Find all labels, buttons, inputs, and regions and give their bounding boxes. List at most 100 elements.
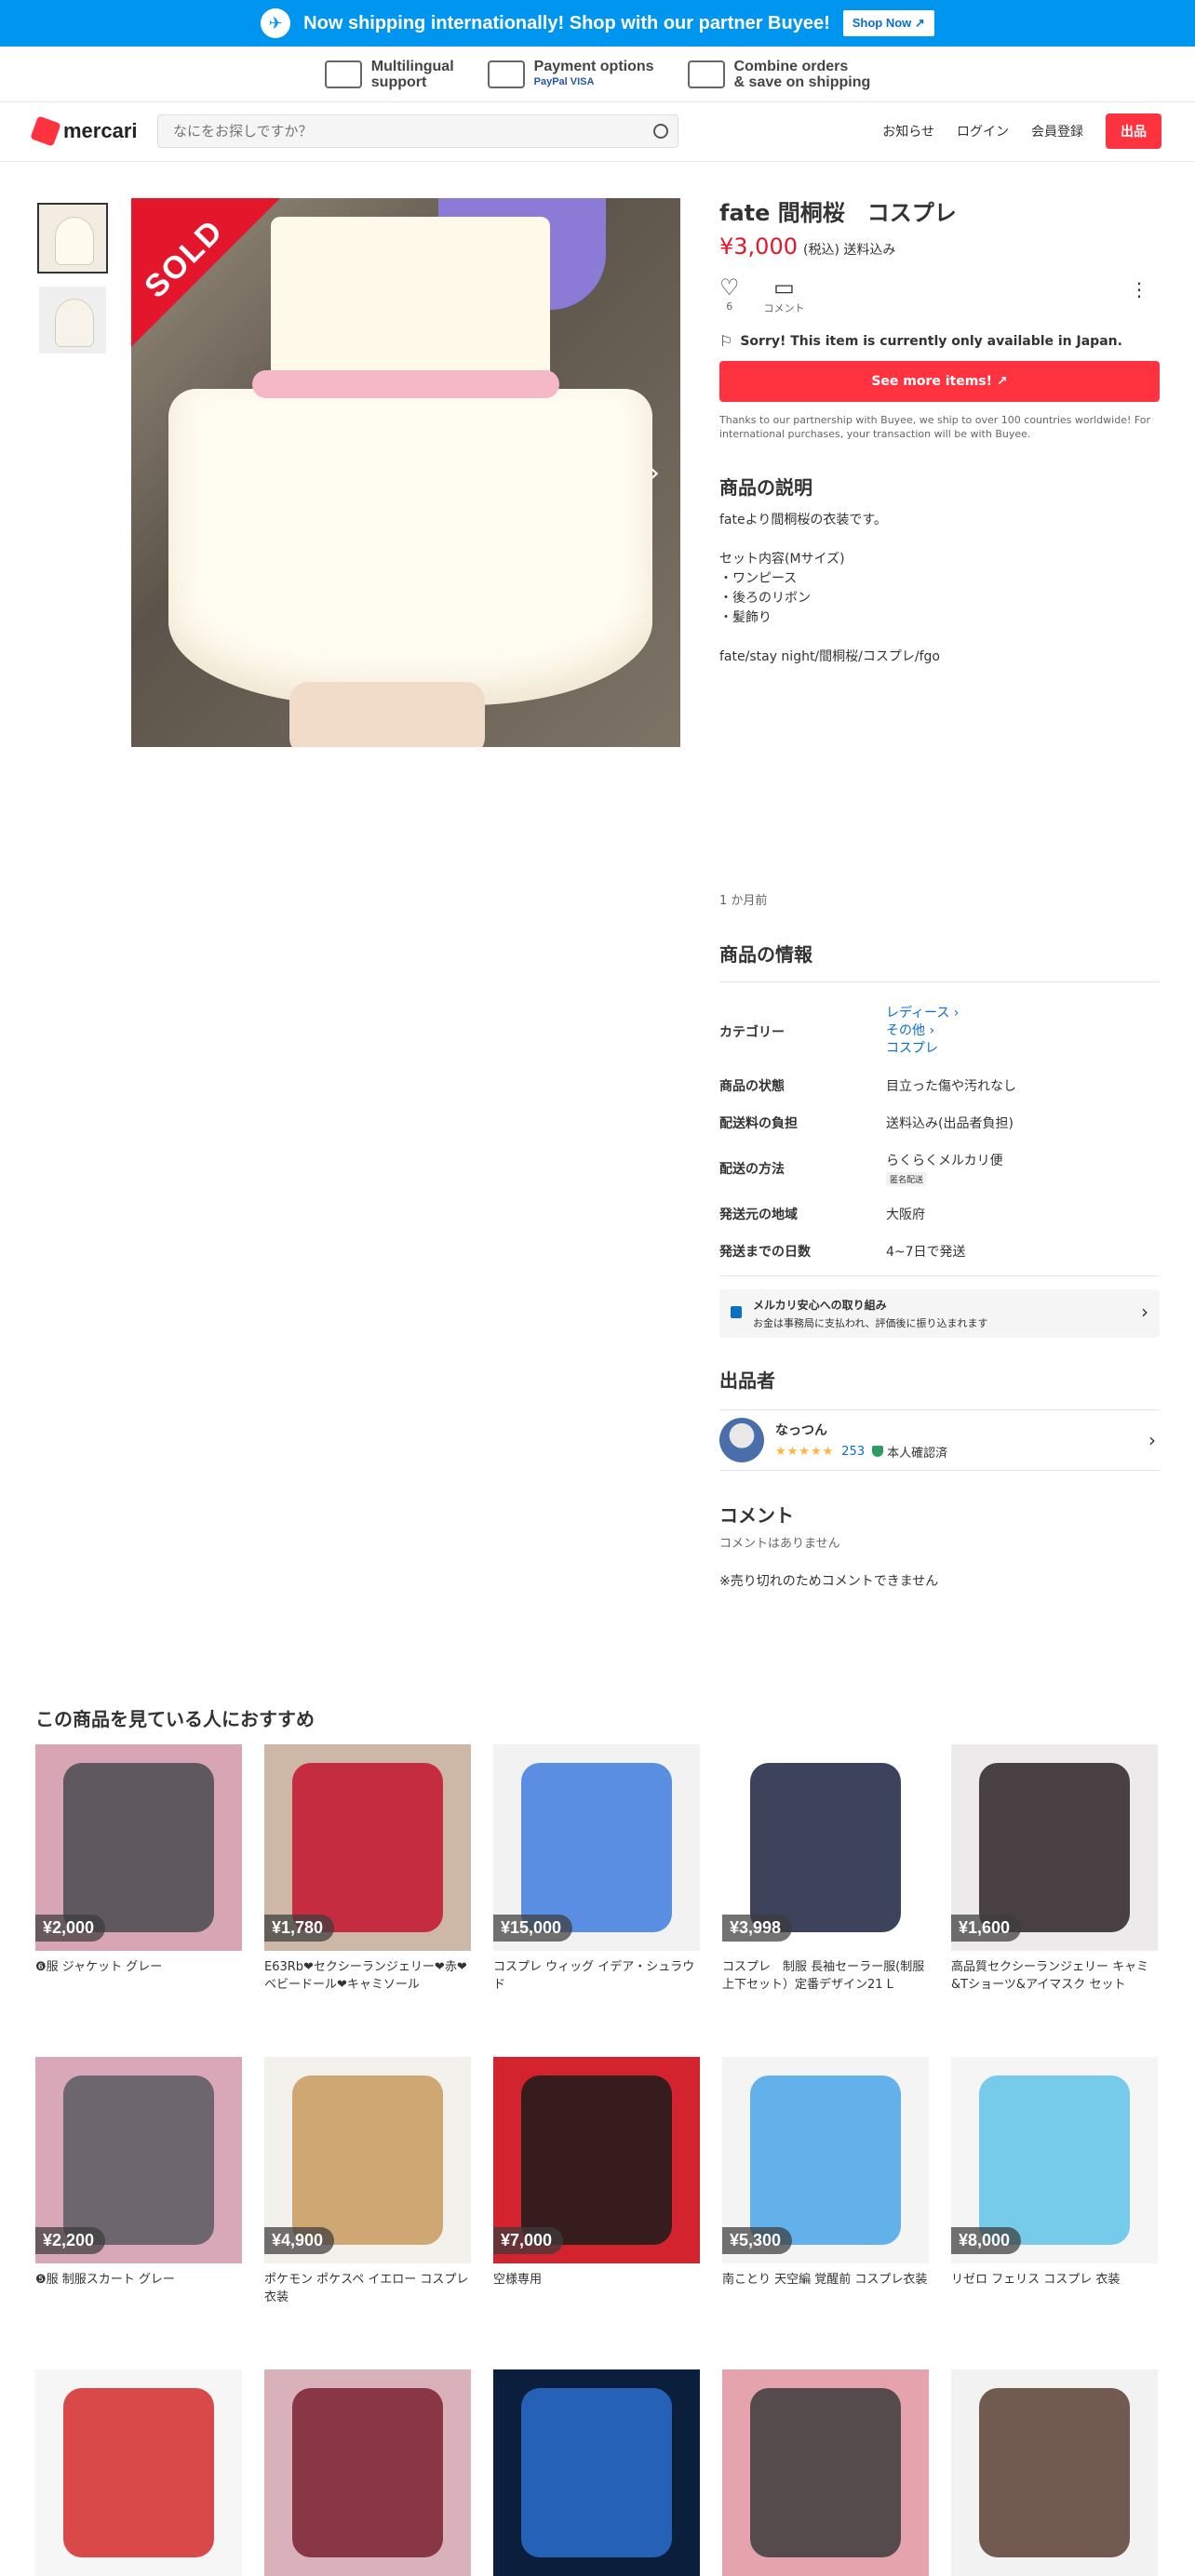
product-card[interactable] [951,2369,1158,2576]
product-card[interactable]: ¥4,900 ポケモン ポケスペ イエロー コスプレ 衣装 [264,2057,471,2306]
shipping-method-label: 配送の方法 [719,1162,785,1177]
ship-from-label: 発送元の地域 [719,1208,798,1222]
product-price: ¥15,000 [493,1915,573,1942]
product-name[interactable]: 高品質セクシーランジェリー キャミ&Tショーツ&アイマスク セット [951,1958,1158,1994]
product-card[interactable]: ¥2,000 ❻服 ジャケット グレー [35,1744,242,1994]
product-card[interactable]: ¥2,200 ❺服 制服スカート グレー [35,2057,242,2306]
feature-title: Multilingual [370,58,454,74]
mercari-safety-banner[interactable]: メルカリ安心への取り組み お金は事務局に支払われ、評価後に振り込まれます › [719,1289,1160,1338]
product-card[interactable]: ¥3,998 コスプレ 制服 長袖セーラー服(制服上下セット）定番デザイン21 L [722,1744,929,1994]
product-thumbnail[interactable]: ¥3,998 [722,1744,929,1951]
main-product-image[interactable]: SOLD › [131,198,680,747]
product-card[interactable]: ¥5,300 南ことり 天空編 覚醒前 コスプレ衣装 [722,2057,929,2306]
comment-label: コメント [763,302,805,314]
comment-bubble-icon: ▭ [773,274,795,300]
product-card[interactable]: ¥7,000 空様専用 [493,2057,700,2306]
seller-name: なっつん [775,1422,827,1438]
product-name[interactable]: コスプレ 制服 長袖セーラー服(制服上下セット）定番デザイン21 L [722,1958,929,1994]
shop-now-button[interactable]: Shop Now ↗ [842,10,934,36]
item-title: fate 間桐桜 コスプレ [719,200,957,226]
product-thumbnail[interactable] [951,2369,1158,2576]
comment-button[interactable]: ▭ コメント [764,274,805,315]
product-card[interactable] [35,2369,242,2576]
buyee-logo-icon: ✈ [261,8,291,38]
item-description: fateより間桐桜の衣装です。 セット内容(Mサイズ) ・ワンピース ・後ろのリ… [719,513,940,664]
product-thumbnail[interactable] [35,2369,242,2576]
product-card[interactable] [264,2369,471,2576]
product-price: ¥2,000 [35,1915,106,1942]
product-name[interactable]: ❻服 ジャケット グレー [35,1958,242,1994]
product-card[interactable] [722,2369,929,2576]
next-image-chevron-icon[interactable]: › [636,454,673,491]
product-thumbnail[interactable] [264,2369,471,2576]
product-thumbnail[interactable]: ¥7,000 [493,2057,700,2263]
item-price: ¥3,000 [719,234,798,260]
product-thumbnail[interactable]: ¥2,000 [35,1744,242,1951]
product-thumbnail[interactable] [493,2369,700,2576]
search-box[interactable] [157,114,678,148]
item-info-heading: 商品の情報 [719,943,812,966]
site-header: mercari お知らせ ログイン 会員登録 出品 [0,102,1195,162]
feature-sub: PayPal VISA [533,75,595,87]
features-bar: Multilingual support Payment options PayPa… [0,47,1195,102]
lock-icon [731,1306,742,1318]
nav-login[interactable]: ログイン [957,122,1009,140]
thumbnail-2[interactable] [37,285,108,355]
category-link-cosplay[interactable]: コスプレ [886,1040,1160,1058]
mercari-logo[interactable]: mercari [30,115,138,147]
promo-banner: ✈ Now shipping internationally! Shop wit… [0,0,1195,47]
product-thumbnail[interactable]: ¥2,200 [35,2057,242,2263]
category-link-other[interactable]: その他 › [886,1022,1160,1040]
shipping-method-value: らくらくメルカリ便 [886,1154,1003,1168]
review-count: 253 [841,1444,866,1459]
product-name[interactable]: リゼロ フェリス コスプレ 衣装 [951,2271,1158,2306]
product-price: ¥7,000 [493,2227,564,2254]
product-card[interactable] [493,2369,700,2576]
search-input[interactable] [173,123,663,140]
see-more-items-button[interactable]: See more items! ↗ [719,361,1160,402]
more-options-icon[interactable]: ⋮ [1130,278,1148,300]
seller-avatar [719,1418,764,1462]
nav-notifications[interactable]: お知らせ [882,122,934,140]
header-nav: お知らせ ログイン 会員登録 出品 [882,113,1161,149]
product-name[interactable]: ❺服 制服スカート グレー [35,2271,242,2306]
seller-card[interactable]: なっつん ★★★★★ 253 本人確認済 › [719,1409,1160,1471]
feature-sub: support [370,73,427,90]
product-thumbnail[interactable] [722,2369,929,2576]
verified-badge: 本人確認済 [872,1443,947,1461]
notice-text: Sorry! This item is currently only avail… [740,333,1122,349]
card-icon [487,60,525,88]
product-thumbnail[interactable]: ¥1,600 [951,1744,1158,1951]
product-name[interactable]: E63Rb❤セクシーランジェリー❤赤❤ベビードール❤キャミソール [264,1958,471,1994]
condition-value: 目立った傷や汚れなし [886,1079,1016,1094]
thumbnail-1[interactable] [37,203,108,274]
product-name[interactable]: コスプレ ウィッグ イデア・シュラウド [493,1958,700,1994]
item-detail-column: fate 間桐桜 コスプレ ¥3,000 (税込) 送料込み ♡ 6 ▭ コメン… [719,198,1160,1590]
product-thumbnail[interactable]: ¥15,000 [493,1744,700,1951]
like-button[interactable]: ♡ 6 [719,274,740,313]
product-price: ¥2,200 [35,2227,106,2254]
product-card[interactable]: ¥1,600 高品質セクシーランジェリー キャミ&Tショーツ&アイマスク セット [951,1744,1158,1994]
product-card[interactable]: ¥1,780 E63Rb❤セクシーランジェリー❤赤❤ベビードール❤キャミソール [264,1744,471,1994]
feature-sub: & save on shipping [733,73,871,90]
comments-heading: コメント [719,1504,794,1527]
category-link-ladies[interactable]: レディース › [886,1005,1160,1022]
japan-only-icon: ⚐ [719,332,733,350]
product-thumbnail[interactable]: ¥4,900 [264,2057,471,2263]
product-thumbnail[interactable]: ¥8,000 [951,2057,1158,2263]
sold-ribbon: SOLD [131,198,280,347]
nav-signup[interactable]: 会員登録 [1031,122,1083,140]
sell-button[interactable]: 出品 [1106,113,1161,149]
product-card[interactable]: ¥15,000 コスプレ ウィッグ イデア・シュラウド [493,1744,700,1994]
product-thumbnail[interactable]: ¥1,780 [264,1744,471,1951]
product-price: ¥1,780 [264,1915,335,1942]
product-name[interactable]: 空様専用 [493,2271,700,2306]
product-card[interactable]: ¥8,000 リゼロ フェリス コスプレ 衣装 [951,2057,1158,2306]
product-name[interactable]: ポケモン ポケスペ イエロー コスプレ 衣装 [264,2271,471,2306]
thumbnail-list [37,203,108,367]
search-icon[interactable] [653,124,668,139]
promo-text: Now shipping internationally! Shop with … [303,12,830,33]
product-name[interactable]: 南ことり 天空編 覚醒前 コスプレ衣装 [722,2271,929,2306]
ship-from-value: 大阪府 [886,1208,925,1222]
product-thumbnail[interactable]: ¥5,300 [722,2057,929,2263]
